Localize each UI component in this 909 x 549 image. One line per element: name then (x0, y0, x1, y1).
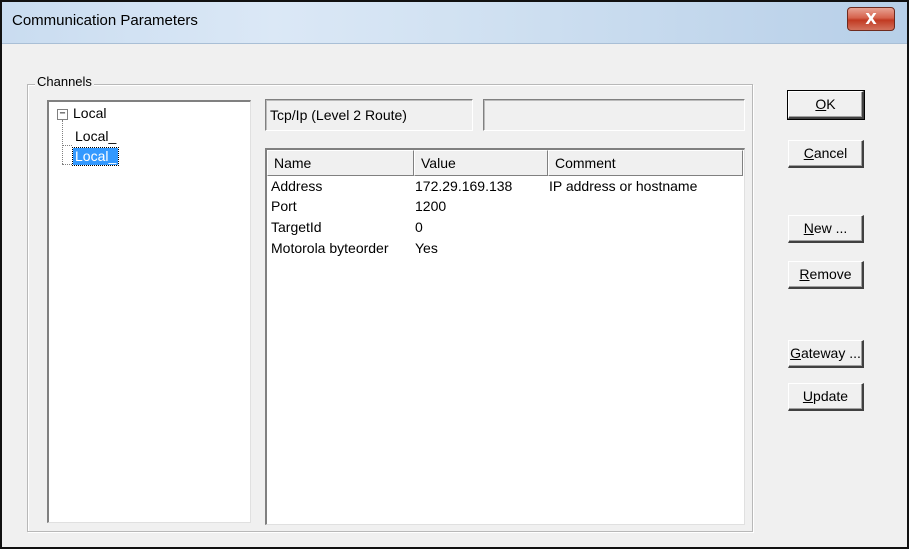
remove-mnemonic: R (799, 266, 810, 282)
gateway-button[interactable]: Gateway ... (788, 340, 864, 368)
channels-group-label: Channels (35, 74, 94, 89)
cancel-mnemonic: C (803, 145, 814, 161)
driver-info-field (483, 99, 745, 131)
cell-comment (549, 219, 739, 239)
remove-button[interactable]: Remove (788, 261, 864, 289)
cell-name: TargetId (271, 219, 322, 235)
window-title: Communication Parameters (12, 12, 198, 29)
cell-name: Port (271, 198, 297, 214)
tree-item-local-child-1[interactable]: Local_ (73, 128, 118, 145)
cell-value: 0 (415, 219, 423, 235)
table-row[interactable]: Motorola byteorder Yes (271, 240, 739, 260)
update-button[interactable]: Update (788, 383, 864, 411)
table-row[interactable]: TargetId 0 (271, 219, 739, 239)
collapse-icon[interactable]: − (57, 109, 68, 120)
new-button[interactable]: New ... (788, 215, 864, 243)
remove-label: emove (809, 266, 852, 282)
tree-connector-line (62, 120, 63, 164)
column-header-name[interactable]: Name (267, 150, 414, 176)
cancel-button[interactable]: Cancel (788, 140, 864, 168)
cell-comment: IP address or hostname (549, 178, 698, 194)
cell-name: Address (271, 178, 323, 194)
close-button[interactable]: X (847, 7, 895, 31)
new-mnemonic: N (803, 220, 814, 236)
update-label: pdate (813, 388, 849, 404)
new-label: ew ... (813, 220, 848, 236)
title-bar[interactable]: Communication Parameters X (2, 2, 907, 44)
gateway-mnemonic: G (790, 345, 801, 361)
tree-item-local-child-2[interactable]: Local_ (71, 147, 120, 166)
parameters-list[interactable]: Name Value Comment Address 172.29.169.13… (265, 148, 745, 525)
cancel-label: ancel (813, 145, 848, 161)
cell-comment (549, 240, 739, 260)
column-header-value[interactable]: Value (414, 150, 548, 176)
ok-label: K (826, 96, 836, 112)
ok-mnemonic: O (815, 96, 827, 112)
driver-name-field: Tcp/Ip (Level 2 Route) (265, 99, 473, 131)
table-row[interactable]: Address 172.29.169.138 IP address or hos… (271, 178, 739, 198)
cell-name: Motorola byteorder (271, 240, 389, 256)
cell-value: Yes (415, 240, 438, 256)
tree-connector-line (62, 145, 72, 146)
table-row[interactable]: Port 1200 (271, 198, 739, 218)
cell-value: 172.29.169.138 (415, 178, 513, 194)
parameters-list-header: Name Value Comment (267, 150, 743, 176)
close-icon: X (865, 10, 877, 28)
cell-comment (549, 198, 739, 218)
update-mnemonic: U (802, 388, 814, 404)
communication-parameters-dialog: Communication Parameters X Channels − Lo… (0, 0, 909, 549)
tree-item-local[interactable]: Local (71, 105, 108, 122)
tree-connector-line (62, 164, 72, 165)
cell-value: 1200 (415, 198, 447, 214)
column-header-comment[interactable]: Comment (548, 150, 743, 176)
channels-tree[interactable]: − Local Local_ Local_ (47, 100, 251, 523)
ok-button[interactable]: OK (787, 90, 865, 120)
gateway-label: ateway ... (800, 345, 861, 361)
